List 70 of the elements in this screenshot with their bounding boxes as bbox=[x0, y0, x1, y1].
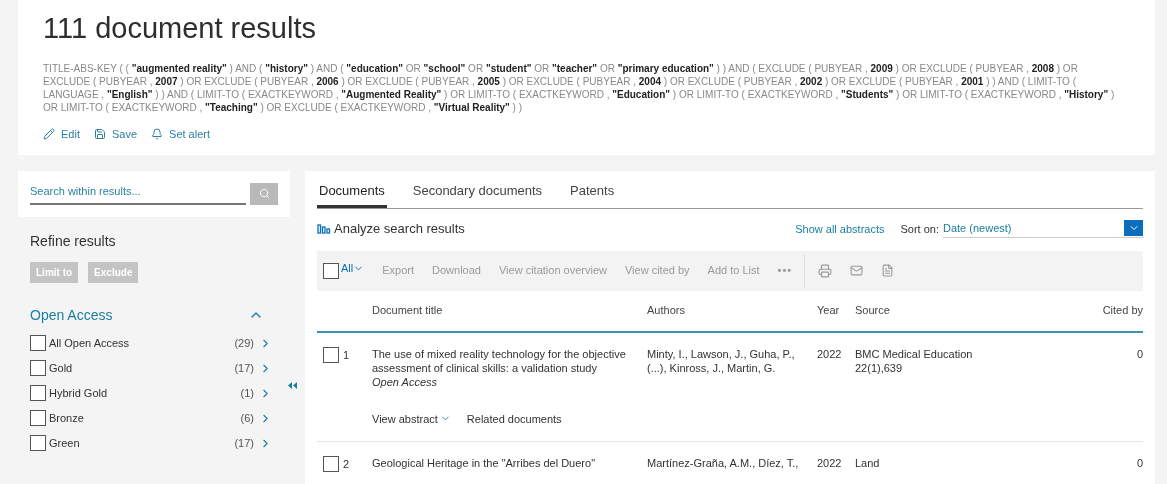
more-button[interactable]: ••• bbox=[777, 262, 793, 279]
print-icon[interactable] bbox=[818, 263, 833, 278]
facet-count: (1) bbox=[240, 385, 254, 401]
mail-icon[interactable] bbox=[850, 264, 864, 277]
related-documents-link[interactable]: Related documents bbox=[466, 410, 562, 427]
search-icon bbox=[258, 188, 270, 199]
checkbox[interactable] bbox=[30, 360, 46, 376]
toolbar-action[interactable]: View cited by bbox=[624, 262, 690, 279]
facet-count: (17) bbox=[234, 435, 254, 451]
source-detail: 22(1),639 bbox=[855, 360, 904, 375]
checkbox[interactable] bbox=[323, 346, 339, 363]
show-abstracts-link[interactable]: Show all abstracts bbox=[795, 220, 885, 237]
facet-count: (29) bbox=[234, 335, 254, 351]
open-access-label: Open Access bbox=[372, 374, 438, 389]
checkbox[interactable] bbox=[30, 435, 46, 451]
toolbar-action[interactable]: Add to List bbox=[707, 262, 760, 279]
alert-button[interactable]: Set alert bbox=[151, 126, 210, 143]
analyze-results-link[interactable]: Analyze search results bbox=[317, 219, 465, 239]
tab[interactable]: Secondary documents bbox=[410, 180, 545, 208]
row-number: 1 bbox=[343, 347, 350, 362]
facet-count: (6) bbox=[240, 410, 254, 426]
bell-icon bbox=[151, 128, 164, 141]
pencil-icon bbox=[43, 128, 55, 141]
row-number: 2 bbox=[343, 457, 350, 471]
sort-label: Sort on: bbox=[900, 221, 939, 237]
toolbar-action[interactable]: Download bbox=[432, 262, 481, 279]
search-box[interactable]: Search within results... bbox=[18, 170, 290, 217]
document-title-link[interactable]: The use of mixed reality technology for the objective assessment of clinical skills: a validation study bbox=[372, 346, 639, 375]
refine-results-heading: Refine results bbox=[30, 231, 117, 251]
column-header: Document title bbox=[372, 303, 444, 319]
year-cell-text: 2022 bbox=[817, 456, 843, 470]
toolbar-action[interactable]: View citation overview bbox=[498, 262, 607, 279]
column-header: Source bbox=[855, 303, 891, 319]
tab[interactable]: Patents bbox=[568, 180, 617, 208]
checkbox[interactable] bbox=[30, 410, 46, 426]
save-button[interactable]: Save bbox=[93, 126, 138, 143]
source-title: Land bbox=[855, 456, 881, 470]
tab[interactable]: Documents bbox=[317, 180, 387, 208]
facet-option[interactable]: All Open Access bbox=[49, 334, 232, 352]
search-within-field[interactable]: Search within results... bbox=[30, 183, 246, 205]
facet-option[interactable]: Bronze bbox=[49, 409, 238, 427]
collapse-sidebar-icon[interactable] bbox=[288, 381, 297, 389]
column-header: Cited by bbox=[1102, 303, 1143, 319]
select-all-dropdown[interactable]: All bbox=[341, 260, 365, 277]
search-query: TITLE-ABS-KEY ( ( "augmented reality" ) AND ( "history" ) AND ( "education" OR "school" OR "student" OR "teacher" OR "primary education" ) ) AND ( EXCLUDE ( PUBYEAR , 2009 ) OR EXCLUDE ( PUBYEAR , 2008 ) OR EXCLUDE ( PUBYEAR , 2007 ) OR EXCLUDE ( PUBYEAR , 2006 ) OR EXCLUDE ( PUBYEAR , 2005 ) OR EXCLUDE ( PUBYEAR , 2004 ) OR EXCLUDE ( PUBYEAR , 2002 ) OR EXCLUDE ( PUBYEAR , 2001 ) ) AND ( LIMIT-TO ( LANGUAGE , "English" ) ) AND ( LIMIT-TO ( EXACTKEYWORD , "Augmented Reality" ) OR LIMIT-TO ( EXACTKEYWORD , "Education" ) OR LIMIT-TO ( EXACTKEYWORD , "Students" ) OR LIMIT-TO ( EXACTKEYWORD , "History" ) OR LIMIT-TO ( EXACTKEYWORD , "Teaching" ) OR EXCLUDE ( EXACTKEYWORD , "Virtual Reality" ) ) bbox=[43, 62, 1116, 114]
column-header: Year bbox=[817, 303, 841, 319]
facet-option[interactable]: Hybrid Gold bbox=[49, 384, 238, 402]
column-header: Authors bbox=[647, 303, 686, 319]
checkbox[interactable] bbox=[323, 456, 339, 472]
cited-by-cell: 0 bbox=[1136, 456, 1143, 470]
facet-option[interactable]: Gold bbox=[49, 359, 232, 377]
toolbar-action[interactable]: Export bbox=[382, 262, 415, 279]
results-heading: 111 document results bbox=[43, 11, 317, 46]
sort-dropdown[interactable]: Date (newest) bbox=[943, 220, 1143, 238]
edit-button[interactable]: Edit bbox=[43, 126, 80, 143]
facet-count: (17) bbox=[234, 360, 254, 376]
facet-heading[interactable]: Open Access bbox=[30, 304, 113, 326]
facet-option[interactable]: Green bbox=[49, 434, 232, 452]
document-icon[interactable] bbox=[881, 264, 895, 277]
year-cell-text: 2022 bbox=[817, 346, 843, 361]
bar-chart-icon bbox=[317, 223, 331, 234]
authors-cell-text: Minty, I., Lawson, J., Guha, P., (...), Kinross, J., Martin, G. bbox=[647, 346, 796, 375]
checkbox[interactable] bbox=[323, 262, 339, 279]
authors-cell-text: Martínez-Graña, A.M., Díez, T., bbox=[647, 456, 800, 470]
checkbox[interactable] bbox=[30, 335, 46, 351]
cited-by-cell: 0 bbox=[1136, 346, 1143, 361]
source-title: BMC Medical Education bbox=[855, 346, 974, 361]
document-title-link[interactable]: Geological Heritage in the "Arribes del Duero" bbox=[372, 456, 639, 470]
view-abstract-toggle[interactable]: View abstract bbox=[372, 410, 451, 427]
checkbox[interactable] bbox=[30, 385, 46, 401]
